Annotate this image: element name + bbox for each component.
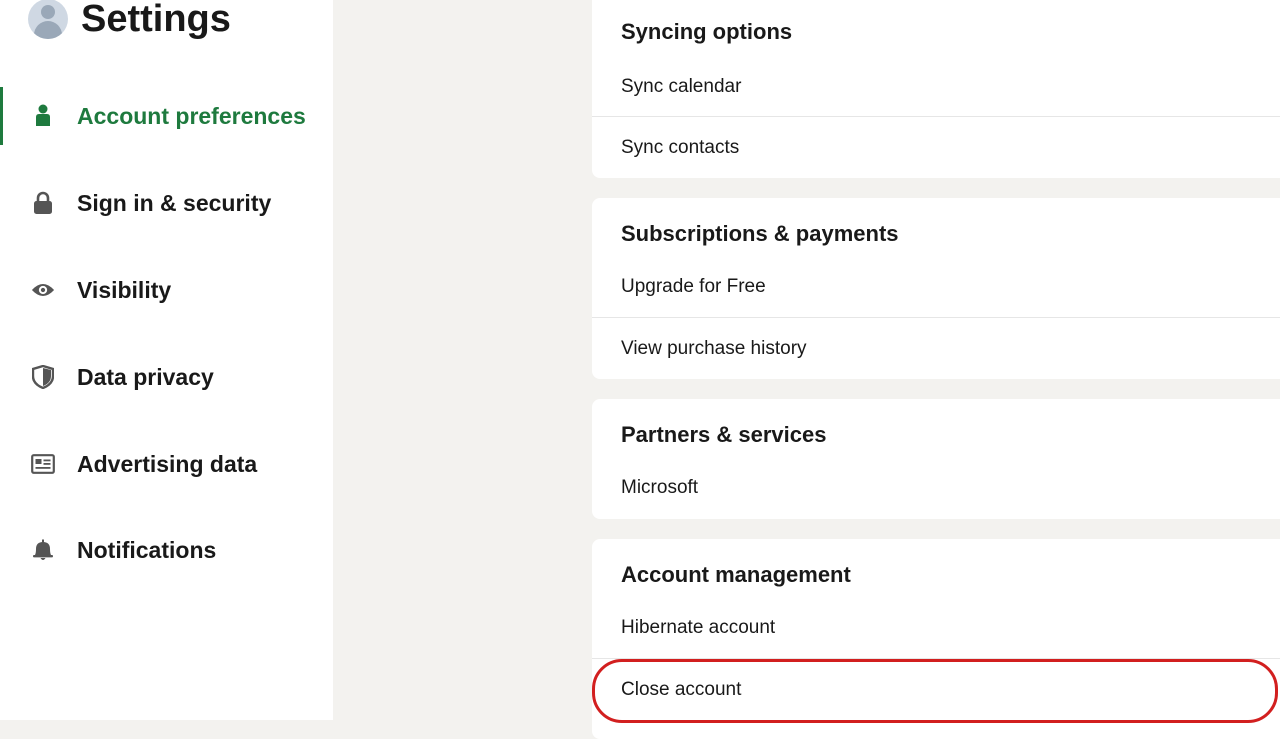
row-label: Upgrade for Free — [621, 276, 766, 297]
sidebar-item-label: Sign in & security — [77, 189, 272, 216]
hibernate-account-row[interactable]: Hibernate account — [592, 597, 1280, 659]
row-label: Sync contacts — [621, 137, 740, 158]
sidebar-item-advertising-data[interactable]: Advertising data — [0, 435, 333, 493]
person-icon — [31, 104, 55, 128]
sidebar: Settings Account preferences Sign in & s… — [0, 0, 333, 720]
sidebar-item-label: Account preferences — [77, 102, 306, 129]
sidebar-item-label: Advertising data — [77, 450, 258, 477]
sidebar-item-label: Visibility — [77, 276, 172, 303]
avatar[interactable] — [28, 0, 68, 39]
sync-calendar-row[interactable]: Sync calendar — [592, 56, 1280, 118]
row-label: Microsoft — [621, 477, 699, 498]
newspaper-icon — [31, 452, 55, 476]
sidebar-item-data-privacy[interactable]: Data privacy — [0, 348, 333, 406]
section-title: Syncing options — [621, 19, 793, 44]
microsoft-row[interactable]: Microsoft — [592, 457, 1280, 519]
upgrade-row[interactable]: Upgrade for Free — [592, 256, 1280, 318]
row-label: Sync calendar — [621, 76, 742, 97]
page-title: Settings — [81, 0, 231, 40]
section-title: Partners & services — [621, 422, 827, 447]
close-account-highlight-outline — [592, 659, 1278, 723]
sidebar-item-label: Data privacy — [77, 363, 214, 390]
shield-icon — [31, 365, 55, 389]
view-purchase-history-row[interactable]: View purchase history — [592, 318, 1280, 380]
sidebar-item-label: Notifications — [77, 536, 217, 563]
subscriptions-payments-card: Subscriptions & payments Upgrade for Fre… — [592, 198, 1280, 379]
sidebar-item-visibility[interactable]: Visibility — [0, 261, 333, 319]
bell-icon — [31, 538, 55, 562]
active-indicator — [0, 87, 3, 145]
settings-header: Settings — [28, 0, 231, 40]
eye-icon — [31, 278, 55, 302]
sidebar-item-account-preferences[interactable]: Account preferences — [0, 87, 333, 145]
section-title: Account management — [621, 562, 851, 587]
syncing-options-card: Syncing options Sync calendar Sync conta… — [592, 0, 1280, 178]
sync-contacts-row[interactable]: Sync contacts — [592, 117, 1280, 179]
lock-icon — [31, 191, 55, 215]
sidebar-item-sign-in-security[interactable]: Sign in & security — [0, 174, 333, 232]
row-label: Hibernate account — [621, 617, 776, 638]
section-title: Subscriptions & payments — [621, 221, 899, 246]
row-label: View purchase history — [621, 338, 807, 359]
partners-services-card: Partners & services Microsoft — [592, 399, 1280, 519]
sidebar-item-notifications[interactable]: Notifications — [0, 521, 333, 579]
